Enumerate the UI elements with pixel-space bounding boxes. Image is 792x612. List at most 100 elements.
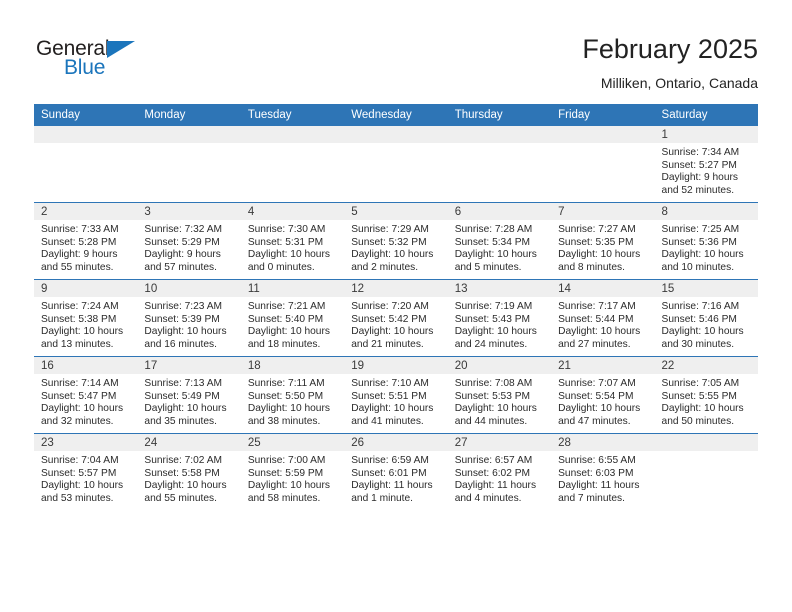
calendar-day-cell[interactable]: 15 Sunrise: 7:16 AM Sunset: 5:46 PM Dayligh… bbox=[654, 279, 758, 357]
calendar-day-cell[interactable]: 28 Sunrise: 6:55 AM Sunset: 6:03 PM Dayligh… bbox=[551, 433, 655, 510]
calendar-day-cell[interactable]: 5 Sunrise: 7:29 AM Sunset: 5:32 PM Daylight… bbox=[344, 202, 448, 280]
day-detail-sunset: Sunset: 5:28 PM bbox=[41, 236, 117, 248]
calendar-day-cell[interactable]: 7 Sunrise: 7:27 AM Sunset: 5:35 PM Daylight… bbox=[551, 202, 655, 280]
day-cell-content: 22 Sunrise: 7:05 AM Sunset: 5:55 PM Dayligh… bbox=[654, 357, 758, 433]
day-number: 14 bbox=[551, 280, 655, 297]
day-details: Sunrise: 7:13 AM Sunset: 5:49 PM Daylight:… bbox=[137, 374, 240, 428]
day-detail-daylight-2: and 53 minutes. bbox=[41, 492, 114, 504]
day-details bbox=[137, 143, 240, 147]
day-cell-content: 17 Sunrise: 7:13 AM Sunset: 5:49 PM Dayligh… bbox=[137, 357, 241, 433]
calendar-week-row: 23 Sunrise: 7:04 AM Sunset: 5:57 PM Dayligh… bbox=[34, 433, 758, 510]
day-detail-daylight-1: Daylight: 10 hours bbox=[144, 326, 227, 338]
day-detail-daylight-2: and 38 minutes. bbox=[247, 415, 321, 427]
day-detail-sunset: Sunset: 5:50 PM bbox=[247, 390, 324, 402]
day-number: 11 bbox=[240, 280, 345, 297]
day-cell-content: 4 Sunrise: 7:30 AM Sunset: 5:31 PM Daylight… bbox=[240, 203, 345, 279]
calendar-day-cell[interactable]: 6 Sunrise: 7:28 AM Sunset: 5:34 PM Daylight… bbox=[447, 202, 552, 280]
weekday-header-saturday: Saturday bbox=[654, 104, 758, 126]
calendar-day-cell[interactable] bbox=[240, 126, 345, 203]
day-details: Sunrise: 7:10 AM Sunset: 5:51 PM Daylight:… bbox=[344, 374, 447, 428]
day-cell-content bbox=[240, 126, 345, 202]
calendar-day-cell[interactable]: 16 Sunrise: 7:14 AM Sunset: 5:47 PM Dayligh… bbox=[34, 356, 138, 434]
day-detail-daylight-2: and 24 minutes. bbox=[454, 338, 528, 350]
calendar-day-cell[interactable] bbox=[447, 126, 552, 203]
day-number: 18 bbox=[240, 357, 345, 374]
calendar-day-cell[interactable]: 26 Sunrise: 6:59 AM Sunset: 6:01 PM Dayligh… bbox=[344, 433, 448, 510]
day-details: Sunrise: 7:05 AM Sunset: 5:55 PM Daylight:… bbox=[655, 374, 758, 428]
calendar-day-cell[interactable]: 20 Sunrise: 7:08 AM Sunset: 5:53 PM Dayligh… bbox=[447, 356, 552, 434]
day-detail-daylight-2: and 21 minutes. bbox=[351, 338, 424, 350]
day-cell-content: 1 Sunrise: 7:34 AM Sunset: 5:27 PM Daylight… bbox=[654, 126, 758, 202]
day-detail-daylight-1: Daylight: 10 hours bbox=[41, 403, 124, 415]
day-cell-content: 14 Sunrise: 7:17 AM Sunset: 5:44 PM Dayligh… bbox=[551, 280, 655, 356]
day-details bbox=[344, 143, 447, 147]
day-detail-daylight-1: Daylight: 10 hours bbox=[41, 326, 124, 338]
calendar-day-cell[interactable]: 24 Sunrise: 7:02 AM Sunset: 5:58 PM Dayligh… bbox=[137, 433, 241, 510]
day-details: Sunrise: 7:04 AM Sunset: 5:57 PM Daylight:… bbox=[34, 451, 137, 505]
day-number: 1 bbox=[654, 126, 758, 143]
calendar-day-cell[interactable]: 13 Sunrise: 7:19 AM Sunset: 5:43 PM Dayligh… bbox=[447, 279, 552, 357]
calendar-day-cell[interactable]: 8 Sunrise: 7:25 AM Sunset: 5:36 PM Daylight… bbox=[654, 202, 758, 280]
day-cell-content: 10 Sunrise: 7:23 AM Sunset: 5:39 PM Dayligh… bbox=[137, 280, 241, 356]
calendar-day-cell[interactable]: 1 Sunrise: 7:34 AM Sunset: 5:27 PM Daylight… bbox=[654, 126, 758, 203]
calendar-day-cell[interactable]: 21 Sunrise: 7:07 AM Sunset: 5:54 PM Dayligh… bbox=[551, 356, 655, 434]
day-detail-sunrise: Sunrise: 7:27 AM bbox=[558, 224, 636, 235]
day-detail-daylight-2: and 35 minutes. bbox=[144, 415, 217, 427]
day-details bbox=[241, 143, 344, 147]
day-detail-sunrise: Sunrise: 6:55 AM bbox=[558, 455, 636, 466]
page-header: General Blue February 2025 Milliken, Ont… bbox=[0, 0, 792, 104]
calendar-day-cell[interactable] bbox=[137, 126, 241, 203]
day-detail-daylight-2: and 55 minutes. bbox=[41, 261, 114, 273]
calendar-day-cell[interactable]: 27 Sunrise: 6:57 AM Sunset: 6:02 PM Dayligh… bbox=[447, 433, 552, 510]
day-details: Sunrise: 7:29 AM Sunset: 5:32 PM Daylight:… bbox=[344, 220, 447, 274]
weekday-header-monday: Monday bbox=[137, 104, 241, 126]
calendar-day-cell[interactable]: 23 Sunrise: 7:04 AM Sunset: 5:57 PM Dayligh… bbox=[34, 433, 138, 510]
calendar-day-cell[interactable]: 3 Sunrise: 7:32 AM Sunset: 5:29 PM Daylight… bbox=[137, 202, 241, 280]
day-detail-sunrise: Sunrise: 7:25 AM bbox=[661, 224, 740, 235]
day-cell-content: 25 Sunrise: 7:00 AM Sunset: 5:59 PM Dayligh… bbox=[240, 434, 345, 510]
calendar-day-cell[interactable]: 11 Sunrise: 7:21 AM Sunset: 5:40 PM Dayligh… bbox=[240, 279, 345, 357]
day-detail-daylight-2: and 2 minutes. bbox=[351, 261, 419, 273]
brand-logo: General Blue bbox=[36, 38, 216, 90]
calendar-day-cell[interactable]: 2 Sunrise: 7:33 AM Sunset: 5:28 PM Daylight… bbox=[34, 202, 138, 280]
day-detail-daylight-1: Daylight: 9 hours bbox=[144, 249, 221, 261]
calendar-day-cell[interactable]: 17 Sunrise: 7:13 AM Sunset: 5:49 PM Dayligh… bbox=[137, 356, 241, 434]
weekday-header-tuesday: Tuesday bbox=[240, 104, 345, 126]
calendar-day-cell[interactable]: 18 Sunrise: 7:11 AM Sunset: 5:50 PM Dayligh… bbox=[240, 356, 345, 434]
calendar-day-cell[interactable]: 9 Sunrise: 7:24 AM Sunset: 5:38 PM Daylight… bbox=[34, 279, 138, 357]
day-number: 22 bbox=[654, 357, 758, 374]
weekday-header-wednesday: Wednesday bbox=[344, 104, 448, 126]
brand-name-blue: Blue bbox=[64, 56, 106, 79]
calendar-day-cell[interactable]: 25 Sunrise: 7:00 AM Sunset: 5:59 PM Dayligh… bbox=[240, 433, 345, 510]
day-detail-sunrise: Sunrise: 7:02 AM bbox=[144, 455, 223, 466]
calendar-day-cell[interactable]: 10 Sunrise: 7:23 AM Sunset: 5:39 PM Dayligh… bbox=[137, 279, 241, 357]
day-cell-content: 2 Sunrise: 7:33 AM Sunset: 5:28 PM Daylight… bbox=[34, 203, 138, 279]
calendar-day-cell[interactable]: 22 Sunrise: 7:05 AM Sunset: 5:55 PM Dayligh… bbox=[654, 356, 758, 434]
day-number: 26 bbox=[344, 434, 448, 451]
calendar-day-cell[interactable]: 12 Sunrise: 7:20 AM Sunset: 5:42 PM Dayligh… bbox=[344, 279, 448, 357]
day-detail-daylight-2: and 44 minutes. bbox=[454, 415, 528, 427]
calendar-day-cell[interactable]: 19 Sunrise: 7:10 AM Sunset: 5:51 PM Dayligh… bbox=[344, 356, 448, 434]
calendar-day-cell[interactable] bbox=[34, 126, 138, 203]
day-cell-content: 26 Sunrise: 6:59 AM Sunset: 6:01 PM Dayligh… bbox=[344, 434, 448, 510]
day-detail-daylight-2: and 50 minutes. bbox=[661, 415, 735, 427]
calendar-week-row: 9 Sunrise: 7:24 AM Sunset: 5:38 PM Daylight… bbox=[34, 279, 758, 357]
calendar-day-cell[interactable] bbox=[551, 126, 655, 203]
calendar-day-cell[interactable]: 14 Sunrise: 7:17 AM Sunset: 5:44 PM Dayligh… bbox=[551, 279, 655, 357]
day-cell-content: 13 Sunrise: 7:19 AM Sunset: 5:43 PM Dayligh… bbox=[447, 280, 552, 356]
calendar-day-cell[interactable]: 4 Sunrise: 7:30 AM Sunset: 5:31 PM Daylight… bbox=[240, 202, 345, 280]
day-number: 16 bbox=[34, 357, 138, 374]
day-number: 10 bbox=[137, 280, 241, 297]
day-detail-daylight-2: and 52 minutes. bbox=[661, 184, 735, 196]
day-details bbox=[34, 143, 137, 147]
day-detail-sunset: Sunset: 5:29 PM bbox=[144, 236, 220, 248]
day-details: Sunrise: 7:00 AM Sunset: 5:59 PM Daylight:… bbox=[241, 451, 344, 505]
day-detail-daylight-1: Daylight: 10 hours bbox=[351, 403, 434, 415]
day-number: 9 bbox=[34, 280, 138, 297]
day-detail-sunrise: Sunrise: 7:30 AM bbox=[247, 224, 326, 235]
calendar-day-cell[interactable] bbox=[654, 433, 758, 510]
calendar-day-cell[interactable] bbox=[344, 126, 448, 203]
day-number bbox=[551, 126, 655, 143]
day-detail-sunrise: Sunrise: 7:10 AM bbox=[351, 378, 429, 389]
day-number: 19 bbox=[344, 357, 448, 374]
